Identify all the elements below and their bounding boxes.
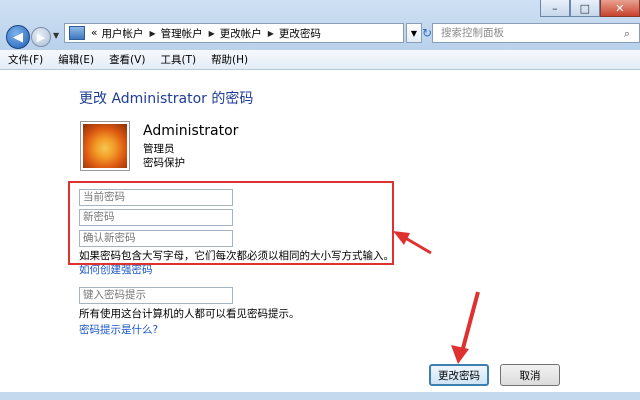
annotation-arrows (393, 231, 480, 364)
cancel-button[interactable]: 取消 (500, 364, 560, 386)
annotation-arrow-icon (393, 231, 432, 255)
change-password-button[interactable]: 更改密码 (429, 364, 489, 386)
window-bottom-frame (0, 392, 640, 400)
annotation-arrow-icon (451, 291, 480, 364)
